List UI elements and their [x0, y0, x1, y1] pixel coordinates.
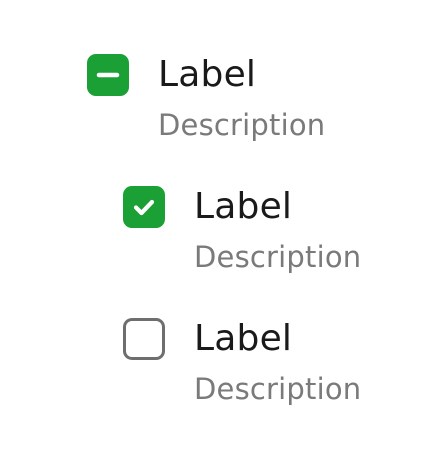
- checkbox-unchecked[interactable]: [123, 318, 165, 360]
- checkbox-parent[interactable]: Label Description: [87, 54, 325, 143]
- checkbox-child-checked[interactable]: Label Description: [123, 186, 361, 275]
- checkbox-checked[interactable]: [123, 186, 165, 228]
- checkbox-child-unchecked[interactable]: Label Description: [123, 318, 361, 407]
- checkbox-text: Label Description: [158, 54, 325, 143]
- checkbox-indeterminate[interactable]: [87, 54, 129, 96]
- checkbox-label: Label: [194, 318, 293, 359]
- checkbox-group: Label Description Label Description Labe…: [0, 0, 435, 462]
- checkbox-text: Label Description: [194, 186, 361, 275]
- checkbox-label: Label: [194, 186, 293, 227]
- checkbox-description: Description: [158, 108, 326, 142]
- checkbox-label: Label: [158, 54, 257, 95]
- checkbox-description: Description: [194, 372, 362, 406]
- check-icon: [133, 199, 155, 216]
- checkbox-description: Description: [194, 240, 362, 274]
- minus-icon: [96, 72, 120, 78]
- checkbox-text: Label Description: [194, 318, 361, 407]
